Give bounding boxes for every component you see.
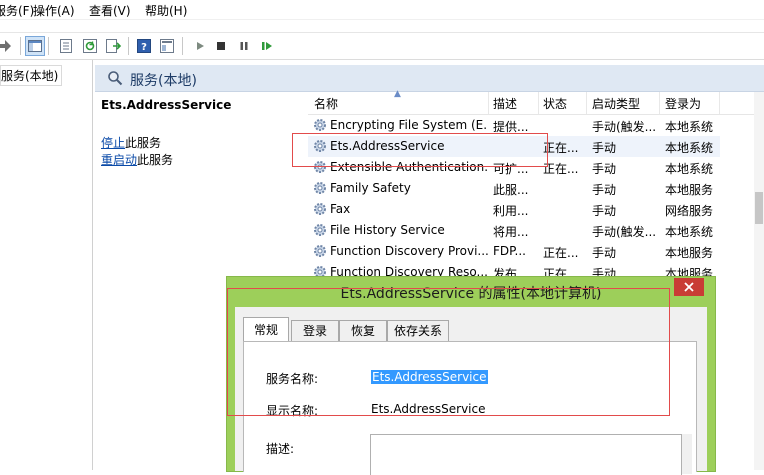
service-startup-type: 手动	[592, 267, 617, 276]
highlight-box-selected-row	[292, 133, 548, 167]
forward-arrow-icon[interactable]	[0, 36, 14, 56]
close-icon	[684, 282, 694, 292]
service-row[interactable]: Family Safety 此服... 手动 本地服务	[308, 178, 720, 199]
gear-icon	[314, 266, 326, 276]
refresh-icon[interactable]	[80, 36, 100, 56]
menubar: 服务(F) 操作(A) 查看(V) 帮助(H)	[0, 0, 764, 20]
help-icon[interactable]: ?	[134, 36, 154, 56]
service-status: 正在...	[543, 162, 579, 176]
show-hide-tree-icon[interactable]	[25, 36, 45, 56]
gear-icon	[314, 182, 326, 194]
service-description: 此服...	[493, 183, 529, 197]
stop-service-icon[interactable]	[211, 36, 231, 56]
gear-icon	[314, 224, 326, 236]
column-status[interactable]: 状态	[543, 95, 567, 112]
service-startup-type: 手动	[592, 246, 617, 260]
stop-service-line: 停止此服务	[101, 134, 161, 151]
service-logon-as: 本地服务	[665, 246, 714, 260]
restart-service-suffix: 此服务	[137, 153, 174, 167]
service-row[interactable]: File History Service 将用... 手动(触发... 本地系统	[308, 220, 720, 241]
export-list-icon[interactable]	[104, 36, 124, 56]
service-startup-type: 手动(触发...	[592, 120, 657, 134]
description-textbox[interactable]	[370, 434, 682, 475]
stop-service-link[interactable]: 停止	[101, 136, 125, 150]
menu-file[interactable]: 服务(F)	[0, 2, 34, 19]
service-logon-as: 本地服务	[665, 183, 714, 197]
service-startup-type: 手动	[592, 204, 617, 218]
description-scrollbar[interactable]	[682, 434, 692, 474]
column-description[interactable]: 描述	[493, 95, 517, 112]
properties-sheet-icon[interactable]	[56, 36, 76, 56]
service-description: FDP...	[493, 244, 526, 258]
service-logon-as: 网络服务	[665, 204, 714, 218]
service-description: 发布...	[493, 267, 529, 276]
service-logon-as: 本地服务	[665, 267, 714, 276]
service-description: 利用...	[493, 204, 529, 218]
service-logon-as: 本地系统	[665, 225, 714, 239]
services-list-header: ▲ 名称 描述 状态 启动类型 登录为	[308, 89, 754, 115]
restart-service-line: 重启动此服务	[101, 151, 173, 168]
description-label: 描述:	[266, 442, 295, 456]
service-status: 正在...	[543, 246, 579, 260]
restart-service-icon[interactable]	[257, 36, 277, 56]
column-name[interactable]: 名称	[314, 95, 338, 112]
close-button[interactable]	[674, 278, 704, 296]
service-row[interactable]: Function Discovery Provi... FDP... 正在...…	[308, 241, 720, 262]
service-name: Function Discovery Reso...	[330, 265, 488, 276]
service-status: 正在...	[543, 141, 579, 155]
service-logon-as: 本地系统	[665, 120, 714, 134]
start-service-icon[interactable]	[190, 36, 210, 56]
gear-icon	[314, 119, 326, 131]
svg-text:?: ?	[141, 42, 147, 53]
tree-item-local-services[interactable]: 服务(本地)	[0, 65, 63, 86]
pause-service-icon[interactable]	[234, 36, 254, 56]
service-name: File History Service	[330, 223, 445, 237]
service-startup-type: 手动	[592, 183, 617, 197]
service-row[interactable]: Fax 利用... 手动 网络服务	[308, 199, 720, 220]
search-services-icon	[107, 70, 123, 89]
service-name: Encrypting File System (E...	[330, 118, 488, 132]
service-startup-type: 手动	[592, 141, 617, 155]
restart-service-link[interactable]: 重启动	[101, 153, 137, 167]
service-logon-as: 本地系统	[665, 162, 714, 176]
panel-header: 服务(本地)	[95, 65, 764, 92]
service-description: 将用...	[493, 225, 529, 239]
console-tree: 服务(本地)	[0, 60, 93, 470]
column-startup-type[interactable]: 启动类型	[592, 95, 640, 112]
service-name: Fax	[330, 202, 351, 216]
gear-icon	[314, 203, 326, 215]
column-logon-as[interactable]: 登录为	[665, 95, 701, 112]
service-name: Family Safety	[330, 181, 411, 195]
sort-ascending-icon: ▲	[394, 89, 401, 99]
service-startup-type: 手动	[592, 162, 617, 176]
panel-title: 服务(本地)	[130, 73, 197, 89]
scrollbar-thumb[interactable]	[755, 192, 763, 224]
gear-icon	[314, 245, 326, 257]
toolbar: ?	[0, 32, 764, 60]
service-logon-as: 本地系统	[665, 141, 714, 155]
console-view-icon[interactable]	[157, 36, 177, 56]
service-startup-type: 手动(触发...	[592, 225, 657, 239]
service-name: Function Discovery Provi...	[330, 244, 488, 258]
menu-view[interactable]: 查看(V)	[89, 2, 131, 19]
service-status: 正在...	[543, 267, 579, 276]
menu-help[interactable]: 帮助(H)	[145, 2, 187, 19]
stop-service-suffix: 此服务	[125, 136, 162, 150]
list-scrollbar[interactable]	[754, 92, 764, 470]
highlight-box-dialog-fields	[227, 288, 670, 416]
service-row[interactable]: Function Discovery Reso... 发布... 正在... 手…	[308, 262, 720, 276]
selected-service-name: Ets.AddressService	[101, 98, 232, 112]
menu-action[interactable]: 操作(A)	[33, 2, 75, 19]
